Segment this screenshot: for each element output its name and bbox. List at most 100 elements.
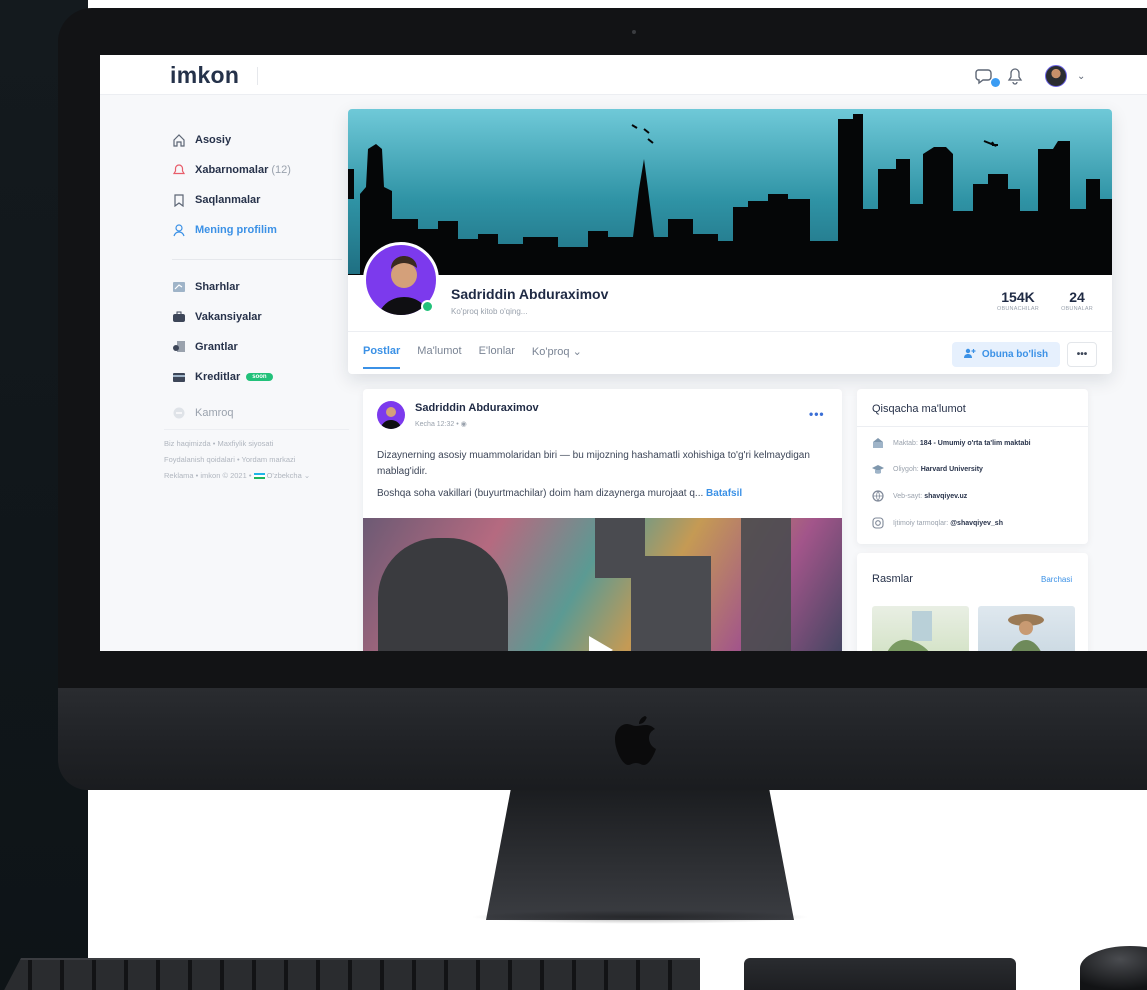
post-body: Dizaynerning asosiy muammolaridan biri —… bbox=[377, 450, 810, 477]
sidebar-item-kamroq[interactable]: Kamroq bbox=[172, 398, 352, 428]
post-author-avatar[interactable] bbox=[377, 401, 405, 429]
chat-icon[interactable] bbox=[975, 66, 1000, 87]
post-body-continued: Boshqa soha vakillari (buyurtmachilar) d… bbox=[377, 488, 832, 499]
post-author-name[interactable]: Sadriddin Abduraximov bbox=[415, 402, 539, 414]
tab-elonlar[interactable]: E'lonlar bbox=[479, 341, 515, 369]
divider bbox=[348, 331, 1112, 332]
stat-following[interactable]: 24 OBUNALAR bbox=[1051, 289, 1103, 312]
see-all-link[interactable]: Barchasi bbox=[1041, 575, 1072, 584]
graduation-icon bbox=[872, 463, 884, 475]
user-avatar[interactable] bbox=[1045, 65, 1067, 87]
profile-bio: Ko'proq kitob o'qing... bbox=[451, 307, 528, 316]
info-row-website[interactable]: Veb-sayt: shavqiyev.uz bbox=[872, 490, 967, 502]
follow-button[interactable]: Obuna bo'lish bbox=[952, 342, 1060, 367]
chevron-down-icon: ⌄ bbox=[572, 346, 582, 358]
sidebar-divider bbox=[172, 259, 342, 260]
post-excerpt: Boshqa soha vakillari (buyurtmachilar) d… bbox=[377, 488, 704, 499]
sidebar-item-label: Kreditlar bbox=[195, 371, 241, 383]
language-select[interactable]: O'zbekcha bbox=[267, 471, 302, 480]
globe-icon: ◉ bbox=[460, 421, 467, 428]
footer-links-3: Reklama • imkon © 2021 • O'zbekcha ⌄ bbox=[164, 468, 349, 484]
sidebar-item-label: Saqlanmalar bbox=[195, 194, 261, 206]
info-card: Qisqacha ma'lumot Maktab: 184 - Umumiy o'… bbox=[857, 389, 1088, 544]
follow-label: Obuna bo'lish bbox=[981, 349, 1049, 360]
stat-label: OBUNALAR bbox=[1061, 306, 1093, 312]
cover-image bbox=[348, 109, 1112, 275]
home-icon bbox=[172, 133, 186, 147]
add-user-icon bbox=[963, 348, 976, 361]
tab-koproq[interactable]: Ko'proq ⌄ bbox=[532, 341, 582, 369]
bell-icon[interactable] bbox=[1007, 67, 1023, 85]
video-shape bbox=[741, 518, 791, 651]
sidebar-item-asosiy[interactable]: Asosiy bbox=[172, 125, 352, 155]
monitor-chin bbox=[58, 688, 1147, 790]
mouse bbox=[1080, 946, 1147, 990]
sidebar-item-label: Xabarnomalar bbox=[195, 164, 269, 176]
sidebar-item-saqlanmalar[interactable]: Saqlanmalar bbox=[172, 185, 352, 215]
imkon-logo[interactable]: imkon bbox=[170, 62, 239, 89]
stand-shadow bbox=[470, 910, 810, 924]
sidebar-item-kreditlar[interactable]: Kreditlar soon bbox=[172, 362, 352, 392]
post-options-button[interactable]: ••• bbox=[809, 407, 825, 421]
profile-card: Sadriddin Abduraximov Ko'proq kitob o'qi… bbox=[348, 109, 1112, 374]
minus-circle-icon bbox=[172, 406, 186, 420]
info-row-school: Maktab: 184 - Umumiy o'rta ta'lim maktabi bbox=[872, 437, 1031, 449]
play-icon[interactable] bbox=[589, 636, 613, 651]
monitor-stand bbox=[486, 790, 794, 920]
info-value: 184 - Umumiy o'rta ta'lim maktabi bbox=[919, 439, 1031, 447]
photo-thumbnail[interactable] bbox=[872, 606, 969, 651]
review-icon bbox=[172, 280, 186, 294]
more-options-button[interactable]: ••• bbox=[1067, 342, 1097, 367]
stat-value: 154K bbox=[1001, 289, 1035, 305]
video-shape bbox=[631, 556, 711, 651]
briefcase-icon bbox=[172, 310, 186, 324]
top-navbar: imkon ⌄ bbox=[100, 55, 1147, 95]
stat-label: OBUNACHILAR bbox=[997, 306, 1039, 312]
screen: imkon ⌄ Asosiy Xabarnomalar (12) Saqlanm bbox=[100, 55, 1147, 651]
info-row-social[interactable]: Ijtimoiy tarmoqlar: @shavqiyev_sh bbox=[872, 517, 1003, 529]
webcam bbox=[632, 30, 636, 34]
sidebar-item-label: Grantlar bbox=[195, 341, 238, 353]
sidebar-item-vakansiyalar[interactable]: Vakansiyalar bbox=[172, 302, 352, 332]
stat-followers[interactable]: 154K OBUNACHILAR bbox=[988, 289, 1048, 312]
footer-links-1[interactable]: Biz haqimizda • Maxfiylik siyosati bbox=[164, 436, 349, 452]
sidebar-item-profile[interactable]: Mening profilim bbox=[172, 215, 352, 245]
chevron-down-icon[interactable]: ⌄ bbox=[304, 471, 310, 480]
globe-icon bbox=[872, 490, 884, 502]
info-value: shavqiyev.uz bbox=[924, 492, 968, 500]
info-row-university: Oliygoh: Harvard University bbox=[872, 463, 983, 475]
sidebar-item-grantlar[interactable]: Grantlar bbox=[172, 332, 352, 362]
sidebar-item-label: Vakansiyalar bbox=[195, 311, 262, 323]
post-card: Sadriddin Abduraximov Kecha 12:32 • ◉ ••… bbox=[363, 389, 842, 651]
read-more-link[interactable]: Batafsil bbox=[706, 488, 742, 499]
post-video[interactable] bbox=[363, 518, 842, 651]
online-status-indicator bbox=[421, 300, 434, 313]
divider bbox=[257, 67, 258, 85]
photos-card: Rasmlar Barchasi bbox=[857, 553, 1088, 651]
bell-icon bbox=[172, 163, 186, 177]
grant-icon bbox=[172, 340, 186, 354]
soon-badge: soon bbox=[246, 373, 273, 381]
instagram-icon bbox=[872, 517, 884, 529]
chevron-down-icon[interactable]: ⌄ bbox=[1077, 71, 1085, 82]
post-timestamp: Kecha 12:32 • ◉ bbox=[415, 421, 467, 428]
card-icon bbox=[172, 370, 186, 384]
notification-count: (12) bbox=[271, 164, 291, 176]
footer-links-2[interactable]: Foydalanish qoidalari • Yordam markazi bbox=[164, 452, 349, 468]
user-icon bbox=[172, 223, 186, 237]
sidebar-item-xabarnomalar[interactable]: Xabarnomalar (12) bbox=[172, 155, 352, 185]
sidebar-item-label: Mening profilim bbox=[195, 224, 277, 236]
stat-value: 24 bbox=[1069, 289, 1085, 305]
info-value: @shavqiyev_sh bbox=[950, 519, 1003, 527]
photo-thumbnail[interactable] bbox=[978, 606, 1075, 651]
tab-label: Ko'proq bbox=[531, 346, 570, 358]
tab-postlar[interactable]: Postlar bbox=[363, 341, 401, 369]
sidebar-item-sharhlar[interactable]: Sharhlar bbox=[172, 272, 352, 302]
apple-logo-icon bbox=[615, 716, 656, 765]
info-value: Harvard University bbox=[920, 465, 983, 473]
sidebar-item-label: Sharhlar bbox=[195, 281, 240, 293]
tab-malumot[interactable]: Ma'lumot bbox=[417, 341, 461, 369]
header-actions: ⌄ bbox=[975, 64, 1085, 88]
unread-dot bbox=[991, 78, 1000, 87]
footer-copyright[interactable]: Reklama • imkon © 2021 • bbox=[164, 471, 251, 480]
